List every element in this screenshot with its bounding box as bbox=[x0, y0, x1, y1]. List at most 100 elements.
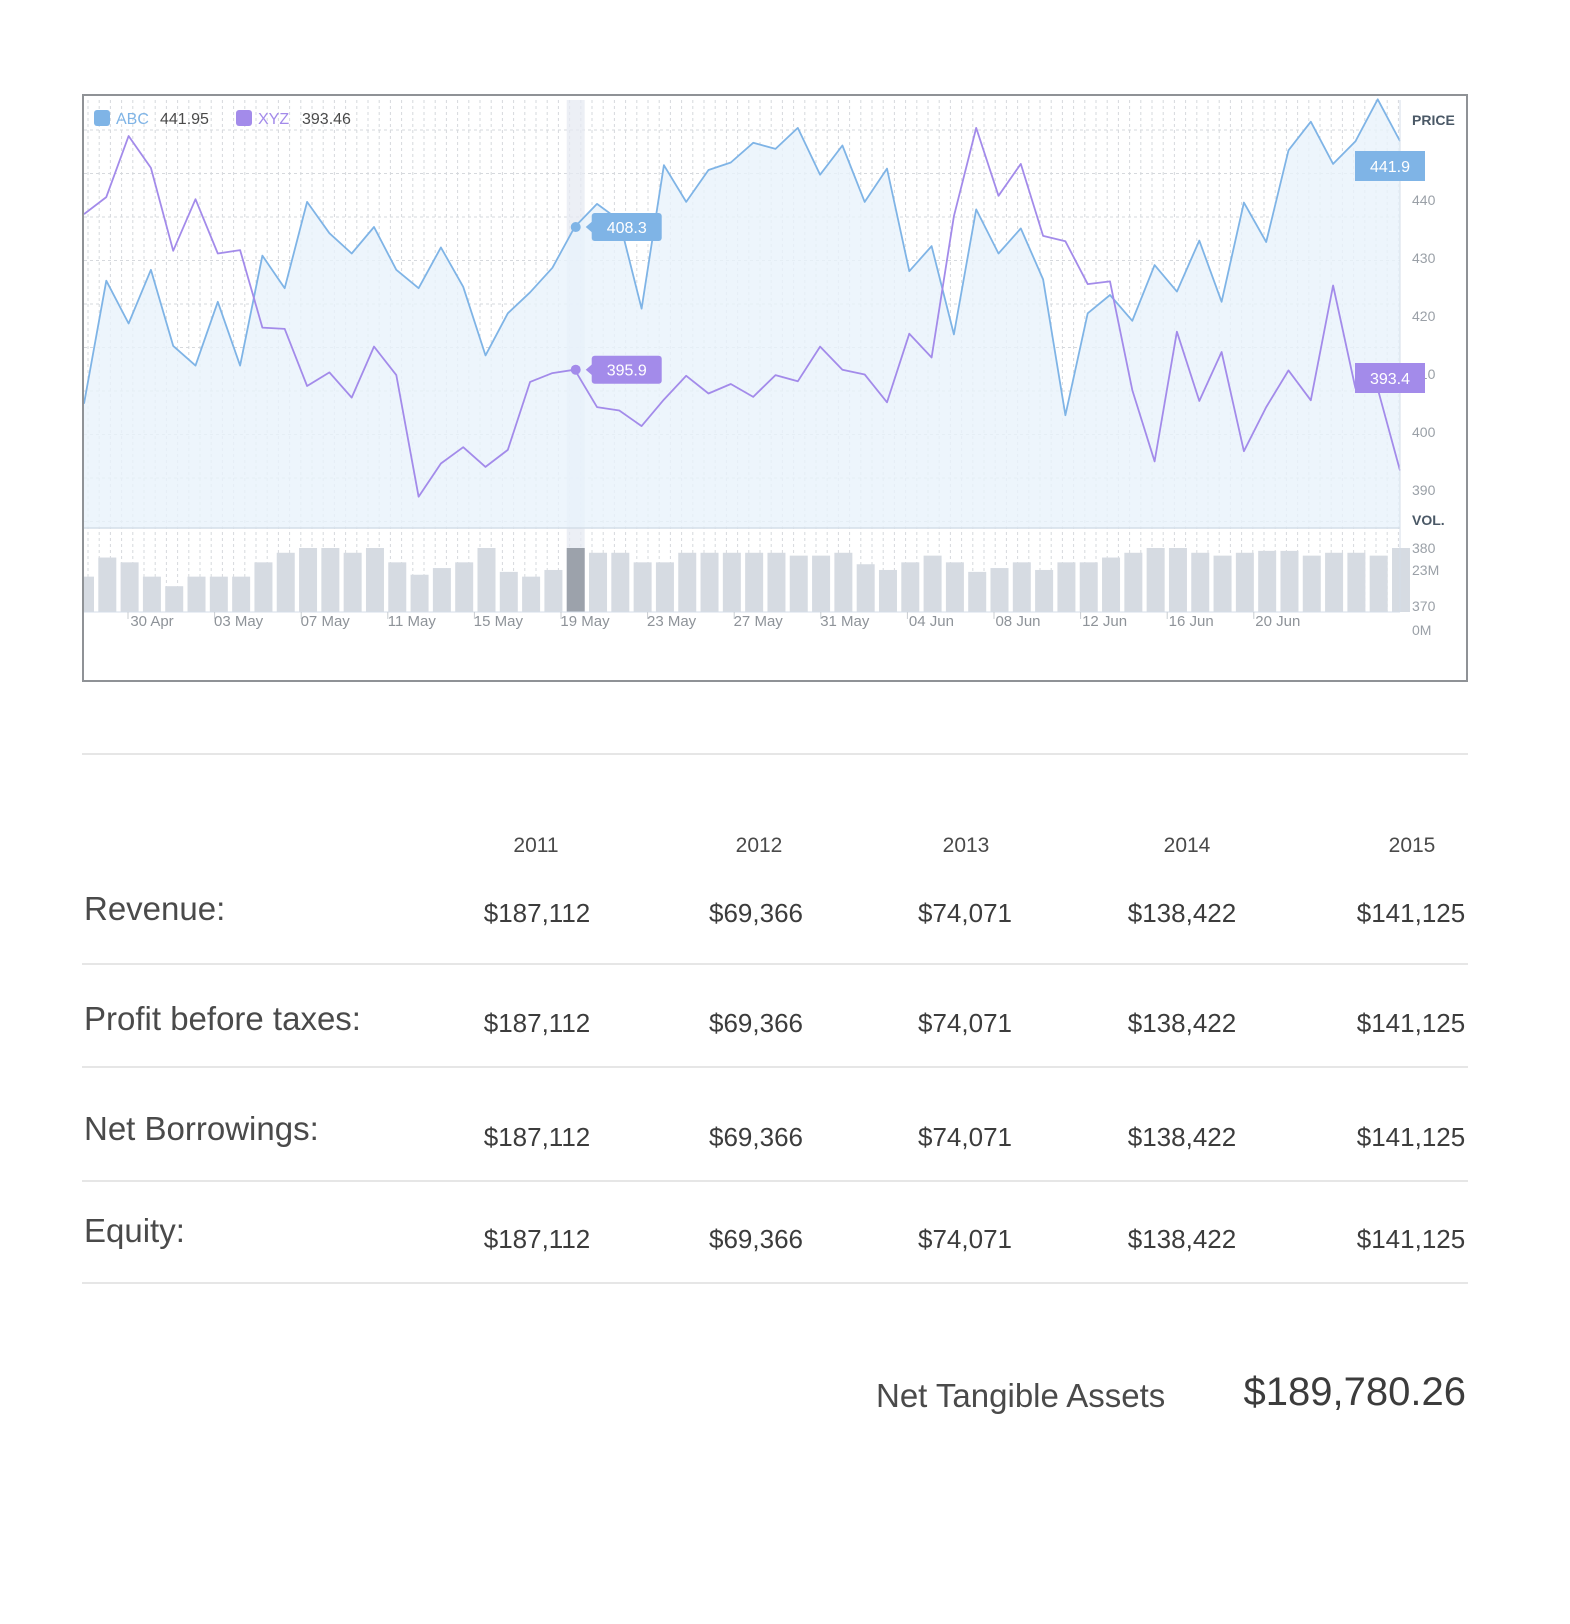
stock-chart[interactable]: 30 Apr 03 May 07 May 11 May 15 May 19 May 23 M… bbox=[82, 94, 1468, 682]
volume-bar[interactable] bbox=[1124, 552, 1143, 612]
volume-bar[interactable] bbox=[1213, 555, 1232, 612]
volume-bar[interactable] bbox=[120, 562, 139, 612]
volume-bar[interactable] bbox=[299, 548, 318, 612]
table-cell: $138,422 bbox=[1127, 1224, 1237, 1254]
volume-bar[interactable] bbox=[945, 562, 964, 612]
table-cell: $69,366 bbox=[709, 1008, 803, 1038]
table-cell: $74,071 bbox=[918, 1122, 1012, 1152]
volume-bar[interactable] bbox=[1146, 548, 1165, 612]
row-divider bbox=[82, 1066, 1468, 1068]
volume-bar[interactable] bbox=[84, 576, 94, 612]
volume-bar[interactable] bbox=[388, 562, 407, 612]
abc-area-fill bbox=[84, 99, 1400, 529]
volume-bar[interactable] bbox=[655, 562, 674, 612]
volume-bar[interactable] bbox=[365, 548, 384, 612]
volume-tick-label: 0M bbox=[1412, 622, 1431, 638]
volume-bar[interactable] bbox=[142, 576, 161, 612]
volume-bar[interactable] bbox=[1258, 550, 1277, 612]
table-cell: $138,422 bbox=[1127, 898, 1237, 928]
volume-bar[interactable] bbox=[990, 568, 1009, 612]
volume-bar[interactable] bbox=[767, 552, 786, 612]
volume-bar[interactable] bbox=[633, 562, 652, 612]
chart-canvas[interactable]: 30 Apr 03 May 07 May 11 May 15 May 19 May 23 M… bbox=[84, 96, 1466, 680]
table-cell: $187,112 bbox=[483, 1008, 591, 1038]
volume-bar[interactable] bbox=[1280, 550, 1299, 612]
x-tick-label: 27 May bbox=[734, 613, 784, 630]
volume-bar[interactable] bbox=[722, 552, 741, 612]
volume-bar[interactable] bbox=[209, 576, 228, 612]
x-tick-label: 08 Jun bbox=[995, 613, 1040, 630]
volume-bar[interactable] bbox=[700, 552, 719, 612]
legend-series-value: 393.46 bbox=[302, 111, 351, 128]
volume-bar[interactable] bbox=[1191, 552, 1210, 612]
volume-bar[interactable] bbox=[544, 569, 563, 612]
volume-bar[interactable] bbox=[1325, 552, 1344, 612]
row-label-profit-before-taxes: Profit before taxes: bbox=[84, 1000, 361, 1037]
volume-bar[interactable] bbox=[455, 562, 474, 612]
volume-bar[interactable] bbox=[878, 569, 897, 612]
net-tangible-assets-label: Net Tangible Assets bbox=[876, 1377, 1166, 1414]
table-cell: $69,366 bbox=[709, 1224, 803, 1254]
volume-axis-title: VOL. bbox=[1412, 512, 1445, 528]
volume-bar[interactable] bbox=[98, 557, 117, 612]
price-tag-value: 441.9 bbox=[1370, 159, 1410, 176]
volume-bar[interactable] bbox=[499, 571, 518, 612]
legend-series-name[interactable]: ABC bbox=[116, 111, 149, 128]
volume-bar[interactable] bbox=[1347, 552, 1366, 612]
volume-bar[interactable] bbox=[410, 574, 429, 612]
volume-bar[interactable] bbox=[1392, 548, 1410, 612]
volume-bar[interactable] bbox=[678, 552, 697, 612]
volume-bar[interactable] bbox=[276, 552, 295, 612]
volume-bar[interactable] bbox=[1057, 562, 1076, 612]
volume-bar[interactable] bbox=[477, 548, 496, 612]
net-tangible-assets-value: $189,780.26 bbox=[1243, 1370, 1466, 1414]
volume-bar[interactable] bbox=[1079, 562, 1098, 612]
x-tick-label: 12 Jun bbox=[1082, 613, 1127, 630]
volume-bar[interactable] bbox=[1369, 555, 1388, 612]
volume-bar[interactable] bbox=[522, 576, 541, 612]
x-tick-label: 11 May bbox=[388, 613, 437, 630]
volume-bar[interactable] bbox=[232, 576, 251, 612]
volume-bar[interactable] bbox=[834, 552, 853, 612]
volume-bar[interactable] bbox=[1235, 552, 1254, 612]
volume-bar[interactable] bbox=[923, 555, 942, 612]
volume-bar[interactable] bbox=[1102, 557, 1121, 612]
x-tick-label: 04 Jun bbox=[909, 613, 954, 630]
legend-swatch[interactable] bbox=[94, 110, 110, 126]
volume-bar[interactable] bbox=[343, 552, 362, 612]
price-tick-label: 400 bbox=[1412, 424, 1436, 440]
volume-bar[interactable] bbox=[856, 564, 875, 612]
volume-bar[interactable] bbox=[1168, 548, 1187, 612]
volume-bar[interactable] bbox=[321, 548, 340, 612]
volume-bar[interactable] bbox=[589, 552, 608, 612]
table-cell: $69,366 bbox=[709, 1122, 803, 1152]
x-tick-label: 19 May bbox=[560, 613, 610, 630]
x-tick-label: 23 May bbox=[647, 613, 697, 630]
volume-bar[interactable] bbox=[432, 568, 451, 612]
section-divider bbox=[82, 753, 1468, 755]
table-cell: $74,071 bbox=[918, 1008, 1012, 1038]
table-cell: $141,125 bbox=[1356, 1122, 1466, 1152]
volume-bar[interactable] bbox=[968, 571, 987, 612]
volume-bar[interactable] bbox=[745, 552, 764, 612]
x-tick-label: 03 May bbox=[214, 613, 264, 630]
volume-bar[interactable] bbox=[165, 586, 184, 612]
volume-bar[interactable] bbox=[901, 562, 920, 612]
legend-series-name[interactable]: XYZ bbox=[258, 111, 289, 128]
volume-bar[interactable] bbox=[1302, 555, 1321, 612]
volume-bar[interactable] bbox=[789, 555, 808, 612]
tooltip-value: 395.9 bbox=[607, 363, 647, 380]
volume-bar[interactable] bbox=[254, 562, 273, 612]
volume-bar[interactable] bbox=[566, 548, 585, 612]
volume-bar[interactable] bbox=[1012, 562, 1031, 612]
volume-bar[interactable] bbox=[611, 552, 630, 612]
volume-bar[interactable] bbox=[187, 576, 206, 612]
price-tick-label: 380 bbox=[1412, 540, 1436, 556]
volume-bar[interactable] bbox=[812, 555, 831, 612]
legend-swatch[interactable] bbox=[236, 110, 252, 126]
volume-tick-label: 23M bbox=[1412, 562, 1439, 578]
table-cell: $74,071 bbox=[918, 898, 1012, 928]
volume-bar[interactable] bbox=[1035, 569, 1054, 612]
year-header: 2014 bbox=[1163, 834, 1211, 857]
table-cell: $187,112 bbox=[483, 898, 591, 928]
